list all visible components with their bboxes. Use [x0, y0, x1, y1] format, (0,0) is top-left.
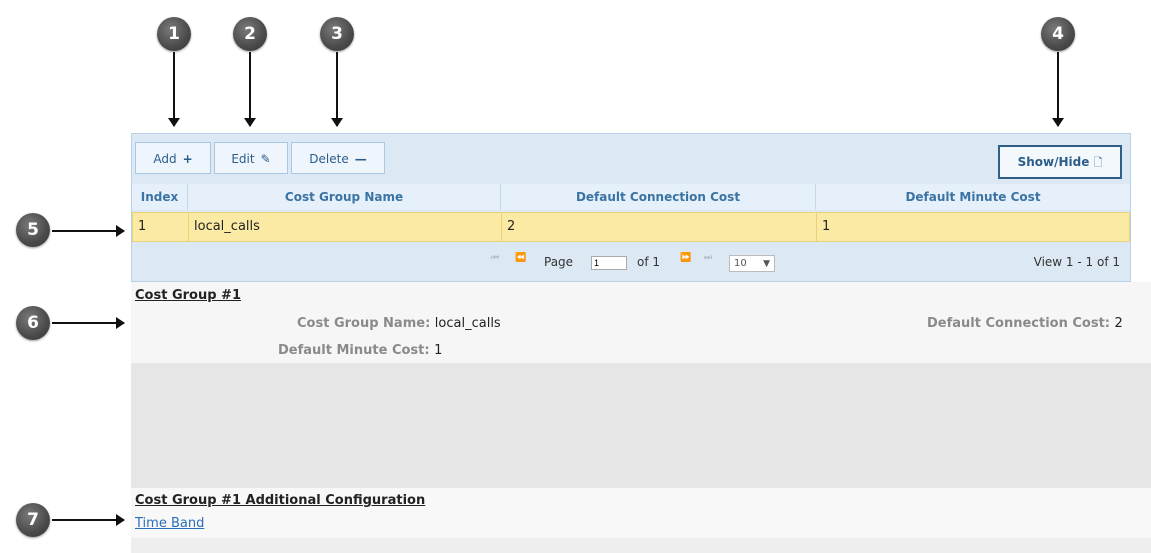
view-record-count: View 1 - 1 of 1 — [1033, 255, 1120, 269]
cost-group-detail: Cost Group #1 Cost Group Name: local_cal… — [131, 282, 1151, 363]
callout-1: 1 — [157, 17, 191, 51]
toolbar: Add + Edit ✎ Delete — Show/Hide 🗋 — [132, 134, 1130, 182]
detail-title: Cost Group #1 — [135, 288, 241, 303]
next-page-icon[interactable]: ⏩ — [680, 253, 691, 263]
detail-default-minute-cost-label: Default Minute Cost: — [278, 343, 430, 358]
callout-2-arrow — [244, 52, 256, 127]
detail-default-minute-cost-value: 1 — [434, 343, 443, 358]
detail-cost-group-name: Cost Group Name: local_calls — [297, 316, 501, 331]
cost-group-table-panel: Add + Edit ✎ Delete — Show/Hide 🗋 Index Cos… — [131, 133, 1131, 282]
pagination-bar: ⏮ ⏪ Page of 1 ⏩ ⏭ 10 ▼ View 1 - 1 of 1 — [132, 246, 1130, 278]
page-label: Page — [544, 255, 574, 269]
column-header-default-connection-cost[interactable]: Default Connection Cost — [501, 184, 816, 210]
column-header-cost-group-name[interactable]: Cost Group Name — [188, 184, 501, 210]
detail-default-minute-cost: Default Minute Cost: 1 — [278, 343, 442, 358]
column-header-index[interactable]: Index — [132, 184, 188, 210]
chevron-down-icon: ▼ — [763, 259, 770, 269]
cell-default-connection-cost: 2 — [502, 213, 817, 241]
plus-icon: + — [182, 152, 193, 166]
prev-page-icon[interactable]: ⏪ — [515, 253, 526, 263]
cell-default-minute-cost: 1 — [822, 219, 831, 234]
bottom-strip — [131, 538, 1151, 553]
document-icon: 🗋 — [1093, 156, 1103, 169]
callout-7-arrow — [52, 514, 125, 526]
detail-default-connection-cost-value: 2 — [1114, 316, 1123, 331]
callout-1-arrow — [168, 52, 180, 127]
detail-default-connection-cost: Default Connection Cost: 2 — [927, 316, 1123, 331]
callout-3: 3 — [320, 17, 354, 51]
callout-3-arrow — [331, 52, 343, 127]
callout-4-arrow — [1052, 52, 1064, 127]
first-page-icon[interactable]: ⏮ — [491, 253, 499, 263]
delete-label: Delete — [309, 152, 349, 166]
edit-button[interactable]: Edit ✎ — [214, 142, 288, 174]
edit-label: Edit — [231, 152, 255, 166]
delete-button[interactable]: Delete — — [291, 142, 385, 174]
pencil-icon: ✎ — [260, 152, 271, 166]
cell-cost-group-name: local_calls — [189, 213, 502, 241]
detail-cost-group-name-label: Cost Group Name: — [297, 316, 431, 331]
additional-configuration-title: Cost Group #1 Additional Configuration — [135, 493, 426, 508]
cell-index: 1 — [133, 213, 189, 241]
rows-per-page-select[interactable]: 10 ▼ — [729, 255, 775, 272]
detail-cost-group-name-value: local_calls — [434, 316, 501, 331]
callout-2: 2 — [233, 17, 267, 51]
callout-6: 6 — [16, 306, 50, 340]
add-label: Add — [153, 152, 177, 166]
empty-detail-area — [131, 363, 1151, 488]
rows-per-page-value: 10 — [734, 258, 747, 269]
minus-icon: — — [354, 152, 367, 166]
column-header-default-minute-cost[interactable]: Default Minute Cost — [816, 184, 1130, 210]
detail-default-connection-cost-label: Default Connection Cost: — [927, 316, 1110, 331]
time-band-link[interactable]: Time Band — [135, 516, 204, 531]
callout-4: 4 — [1041, 17, 1075, 51]
callout-7: 7 — [16, 503, 50, 537]
additional-configuration: Cost Group #1 Additional Configuration T… — [131, 488, 1151, 538]
add-button[interactable]: Add + — [135, 142, 211, 174]
show-hide-label: Show/Hide — [1017, 155, 1090, 169]
table-header: Index Cost Group Name Default Connection… — [132, 184, 1130, 210]
callout-6-arrow — [52, 317, 125, 329]
callout-5-arrow — [52, 225, 125, 237]
page-count: of 1 — [637, 255, 661, 269]
table-row[interactable]: 1 local_calls 2 1 — [132, 212, 1130, 242]
callout-5: 5 — [16, 213, 50, 247]
show-hide-button[interactable]: Show/Hide 🗋 — [998, 145, 1122, 179]
last-page-icon[interactable]: ⏭ — [704, 253, 712, 263]
page-number-input[interactable] — [591, 256, 627, 270]
